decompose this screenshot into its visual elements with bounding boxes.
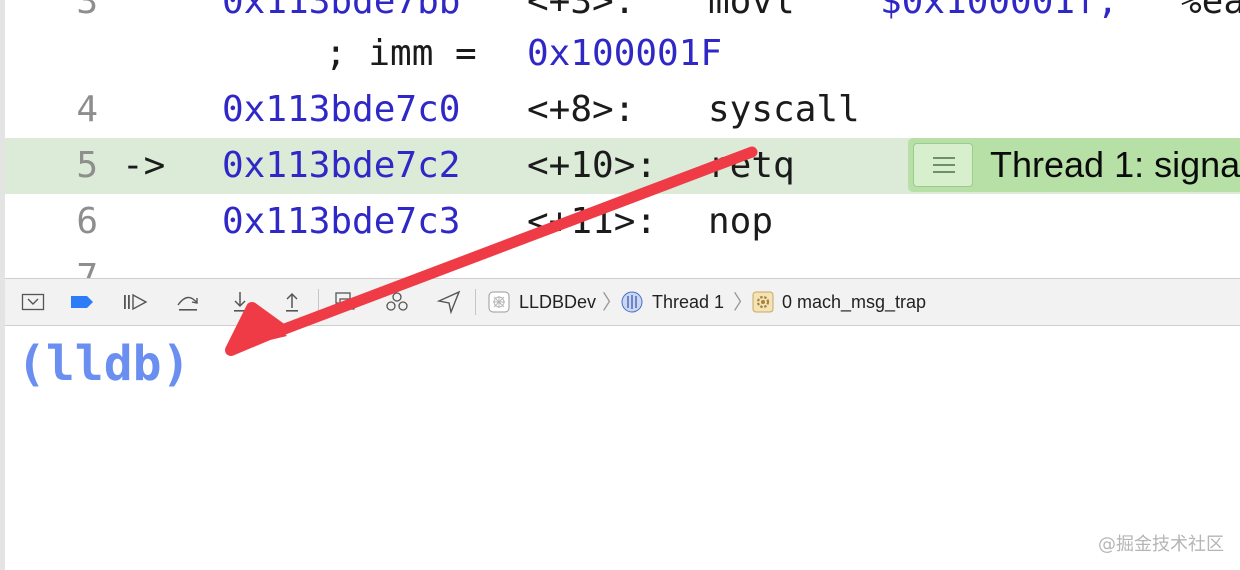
instruction-address: 0x113bde7c3 bbox=[222, 201, 461, 242]
instruction-mnemonic: retq bbox=[708, 145, 795, 186]
lines-icon[interactable] bbox=[913, 143, 973, 187]
thread-signal-text: Thread 1: signa bbox=[990, 144, 1240, 185]
view-debugger-icon[interactable] bbox=[332, 289, 358, 315]
hide-debug-area-icon[interactable] bbox=[20, 289, 46, 315]
breadcrumb-frame[interactable]: 0 mach_msg_trap bbox=[782, 279, 926, 325]
code-line-continuation: ; imm = 0x100001F bbox=[5, 26, 1240, 82]
comment-text: ; imm = bbox=[325, 33, 477, 74]
app-icon[interactable] bbox=[488, 291, 510, 313]
lldb-console[interactable]: (lldb) @掘金技术社区 bbox=[5, 326, 1240, 570]
simulate-location-icon[interactable] bbox=[436, 289, 462, 315]
code-line-4: 4 0x113bde7c0 <+8>: syscall bbox=[5, 82, 1240, 138]
breadcrumb-chevron-icon: 〉 bbox=[733, 290, 753, 314]
instruction-address: 0x113bde7c2 bbox=[222, 145, 461, 186]
line-number: 4 bbox=[76, 89, 98, 130]
line-number: 7 bbox=[76, 257, 98, 278]
breakpoints-toggle-icon[interactable] bbox=[69, 289, 95, 315]
disassembly-view: 3 0x113bde7bb <+3>: movl $0x100001f, %ea… bbox=[5, 0, 1240, 278]
instruction-mnemonic: syscall bbox=[708, 89, 860, 130]
step-into-icon[interactable] bbox=[227, 289, 253, 315]
memory-graph-icon[interactable] bbox=[384, 289, 410, 315]
thread-icon[interactable] bbox=[621, 291, 643, 313]
debug-toolbar: LLDBDev 〉 Thread 1 〉 0 mach_msg_trap bbox=[5, 278, 1240, 326]
frame-gear-icon[interactable] bbox=[752, 291, 774, 313]
continue-icon[interactable] bbox=[122, 289, 148, 315]
toolbar-separator bbox=[318, 289, 319, 315]
instruction-address: 0x113bde7c0 bbox=[222, 89, 461, 130]
code-line-6: 6 0x113bde7c3 <+11>: nop bbox=[5, 194, 1240, 250]
step-over-icon[interactable] bbox=[175, 289, 201, 315]
watermark: @掘金技术社区 bbox=[1098, 534, 1224, 555]
breadcrumb-app[interactable]: LLDBDev bbox=[519, 279, 596, 325]
instruction-offset: <+8>: bbox=[527, 89, 636, 130]
thread-signal-annotation[interactable]: Thread 1: signa bbox=[908, 138, 1240, 192]
step-out-icon[interactable] bbox=[279, 289, 305, 315]
code-line-7: 7 bbox=[5, 250, 1240, 278]
instruction-offset: <+11>: bbox=[527, 201, 658, 242]
breadcrumb-chevron-icon: 〉 bbox=[602, 290, 622, 314]
instruction-offset: <+10>: bbox=[527, 145, 658, 186]
breadcrumb-thread[interactable]: Thread 1 bbox=[652, 279, 724, 325]
lldb-prompt: (lldb) bbox=[17, 336, 191, 392]
line-number: 5 bbox=[76, 145, 98, 186]
line-number: 6 bbox=[76, 201, 98, 242]
current-instruction-marker: -> bbox=[122, 145, 166, 186]
toolbar-separator bbox=[475, 289, 476, 315]
comment-value: 0x100001F bbox=[527, 33, 723, 74]
instruction-mnemonic: nop bbox=[708, 201, 774, 242]
